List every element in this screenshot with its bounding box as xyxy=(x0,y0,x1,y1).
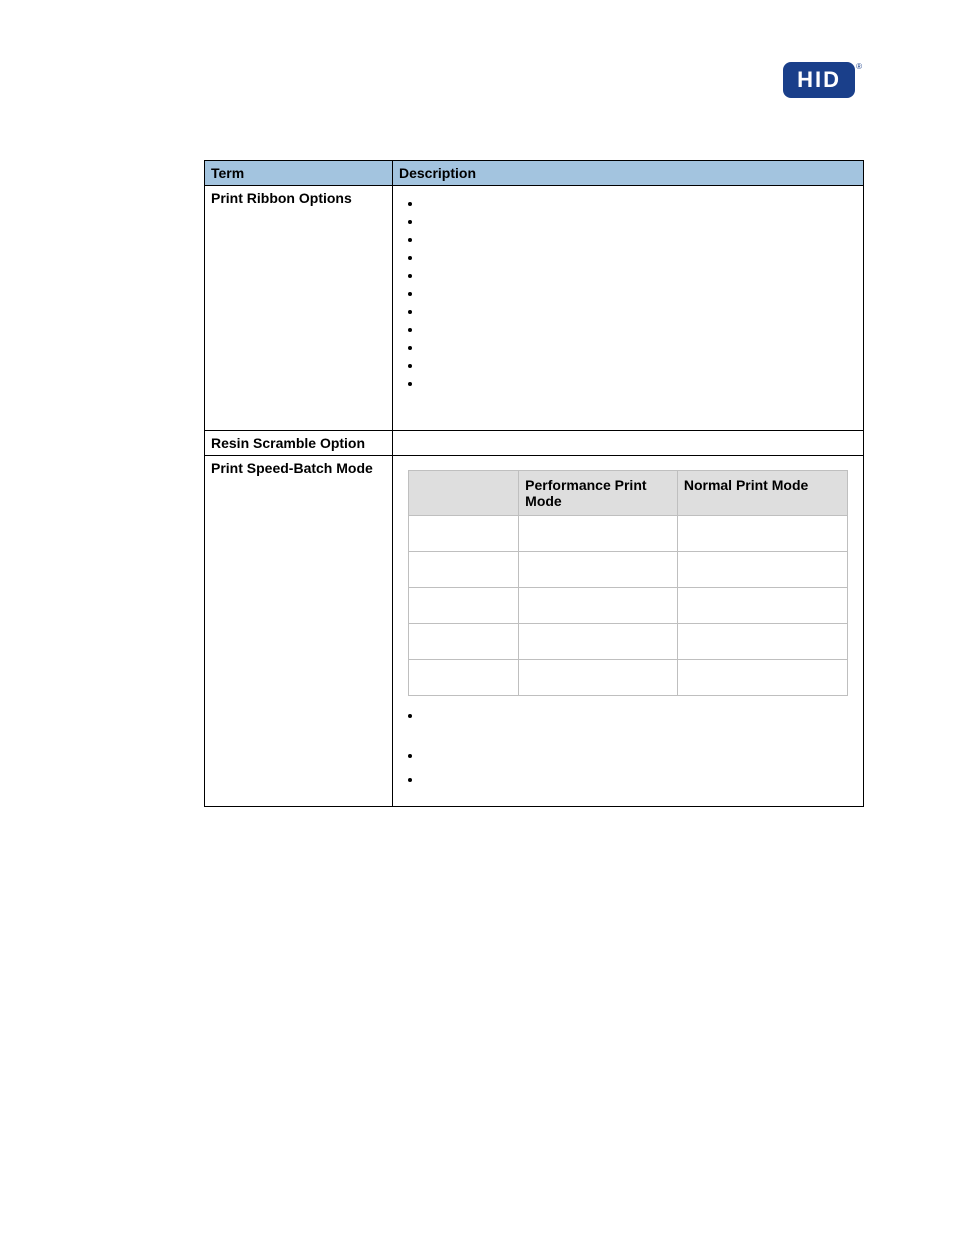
row-print-speed-batch-mode: Print Speed-Batch Mode Performance Print… xyxy=(205,456,864,807)
brand-logo: HID ® xyxy=(783,62,862,98)
list-item xyxy=(423,320,857,338)
cell xyxy=(409,552,519,588)
hid-logo-badge: HID xyxy=(783,62,855,98)
table-row xyxy=(409,516,848,552)
table-row xyxy=(409,552,848,588)
cell xyxy=(519,660,678,696)
header-description: Description xyxy=(393,161,864,186)
cell xyxy=(409,624,519,660)
row-print-ribbon-options: Print Ribbon Options xyxy=(205,186,864,431)
header-term: Term xyxy=(205,161,393,186)
list-item xyxy=(423,356,857,374)
cell xyxy=(677,660,847,696)
page: HID ® Term Description Print Ribbon Opti… xyxy=(0,0,954,1235)
list-item xyxy=(423,374,857,392)
desc-print-speed-batch-mode: Performance Print Mode Normal Print Mode xyxy=(393,456,864,807)
cell xyxy=(519,516,678,552)
list-item xyxy=(423,284,857,302)
spacer xyxy=(399,396,857,426)
table-row xyxy=(409,588,848,624)
speed-notes-list xyxy=(399,706,857,794)
list-item xyxy=(423,212,857,230)
main-content: Term Description Print Ribbon Options xyxy=(204,160,864,807)
speed-table: Performance Print Mode Normal Print Mode xyxy=(408,470,848,696)
term-resin-scramble-option: Resin Scramble Option xyxy=(205,431,393,456)
cell xyxy=(677,552,847,588)
registered-mark: ® xyxy=(856,62,862,71)
cell xyxy=(519,624,678,660)
list-item xyxy=(423,230,857,248)
list-item xyxy=(423,302,857,320)
cell xyxy=(409,588,519,624)
list-item xyxy=(423,338,857,356)
spacer xyxy=(399,460,857,468)
cell xyxy=(409,660,519,696)
cell xyxy=(519,588,678,624)
cell xyxy=(519,552,678,588)
desc-resin-scramble-option xyxy=(393,431,864,456)
list-item xyxy=(423,746,857,770)
terms-table: Term Description Print Ribbon Options xyxy=(204,160,864,807)
list-item xyxy=(423,248,857,266)
speed-header-blank xyxy=(409,471,519,516)
term-print-speed-batch-mode: Print Speed-Batch Mode xyxy=(205,456,393,807)
cell xyxy=(677,624,847,660)
logo-text: HID xyxy=(797,67,841,93)
list-item xyxy=(423,706,857,746)
cell xyxy=(677,588,847,624)
table-header-row: Term Description xyxy=(205,161,864,186)
speed-header-normal: Normal Print Mode xyxy=(677,471,847,516)
cell xyxy=(409,516,519,552)
ribbon-bullet-list xyxy=(399,194,857,392)
row-resin-scramble-option: Resin Scramble Option xyxy=(205,431,864,456)
list-item xyxy=(423,266,857,284)
speed-header-row: Performance Print Mode Normal Print Mode xyxy=(409,471,848,516)
term-print-ribbon-options: Print Ribbon Options xyxy=(205,186,393,431)
table-row xyxy=(409,624,848,660)
desc-print-ribbon-options xyxy=(393,186,864,431)
list-item xyxy=(423,770,857,794)
list-item xyxy=(423,194,857,212)
cell xyxy=(677,516,847,552)
table-row xyxy=(409,660,848,696)
speed-header-performance: Performance Print Mode xyxy=(519,471,678,516)
